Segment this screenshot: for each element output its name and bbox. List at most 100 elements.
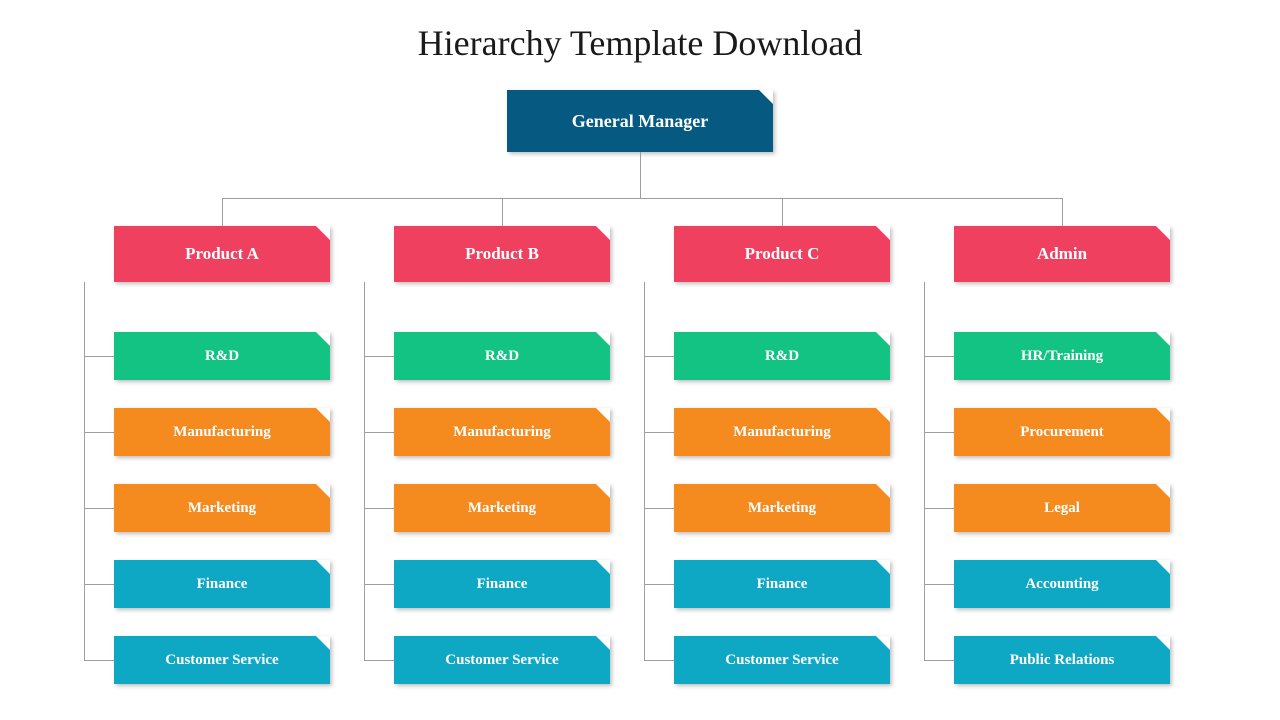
connector-line — [644, 282, 645, 660]
corner-notch — [316, 408, 330, 422]
corner-notch — [316, 226, 330, 240]
corner-notch — [876, 484, 890, 498]
connector-line — [84, 282, 85, 660]
item-node: Manufacturing — [114, 408, 330, 456]
connector-line — [644, 432, 674, 433]
corner-notch — [1156, 560, 1170, 574]
item-node: Finance — [674, 560, 890, 608]
item-node: Manufacturing — [394, 408, 610, 456]
category-node-label: Admin — [1037, 244, 1087, 264]
item-node-label: Marketing — [748, 500, 816, 517]
item-node: Customer Service — [114, 636, 330, 684]
item-node-label: Accounting — [1025, 576, 1098, 593]
connector-line — [84, 432, 114, 433]
connector-line — [364, 432, 394, 433]
category-node-label: Product B — [465, 244, 539, 264]
item-node: Marketing — [114, 484, 330, 532]
connector-line — [84, 660, 114, 661]
item-node-label: HR/Training — [1021, 348, 1103, 365]
item-node-label: Marketing — [468, 500, 536, 517]
connector-line — [924, 356, 954, 357]
connector-line — [924, 660, 954, 661]
item-node-label: Manufacturing — [173, 424, 271, 441]
corner-notch — [876, 226, 890, 240]
connector-line — [222, 198, 223, 226]
corner-notch — [316, 636, 330, 650]
connector-line — [364, 660, 394, 661]
org-chart-canvas: General Manager Product A R&D Manufacturing… — [0, 0, 1280, 720]
item-node: Finance — [394, 560, 610, 608]
category-node: Product B — [394, 226, 610, 282]
connector-line — [644, 508, 674, 509]
item-node-label: Finance — [197, 576, 248, 593]
connector-line — [924, 584, 954, 585]
item-node: Accounting — [954, 560, 1170, 608]
item-node-label: Finance — [757, 576, 808, 593]
corner-notch — [876, 636, 890, 650]
item-node-label: Public Relations — [1010, 652, 1115, 669]
item-node-label: Legal — [1044, 500, 1080, 517]
item-node-label: Customer Service — [165, 652, 278, 669]
connector-line — [1062, 198, 1063, 226]
connector-line — [502, 198, 503, 226]
item-node: Procurement — [954, 408, 1170, 456]
item-node: Customer Service — [394, 636, 610, 684]
item-node: Marketing — [674, 484, 890, 532]
item-node-label: Manufacturing — [733, 424, 831, 441]
corner-notch — [596, 226, 610, 240]
item-node: Manufacturing — [674, 408, 890, 456]
category-node-label: Product A — [185, 244, 259, 264]
item-node: R&D — [114, 332, 330, 380]
connector-line — [924, 432, 954, 433]
item-node-label: R&D — [205, 348, 239, 365]
corner-notch — [596, 560, 610, 574]
item-node-label: Manufacturing — [453, 424, 551, 441]
category-node-label: Product C — [745, 244, 820, 264]
connector-line — [782, 198, 783, 226]
item-node: Public Relations — [954, 636, 1170, 684]
corner-notch — [1156, 484, 1170, 498]
connector-line — [84, 584, 114, 585]
item-node: Customer Service — [674, 636, 890, 684]
connector-line — [924, 282, 925, 660]
category-node: Admin — [954, 226, 1170, 282]
category-node: Product C — [674, 226, 890, 282]
corner-notch — [316, 560, 330, 574]
item-node: R&D — [674, 332, 890, 380]
connector-line — [364, 282, 365, 660]
item-node-label: Customer Service — [725, 652, 838, 669]
item-node: R&D — [394, 332, 610, 380]
corner-notch — [876, 560, 890, 574]
root-node: General Manager — [507, 90, 773, 152]
corner-notch — [596, 484, 610, 498]
connector-line — [364, 508, 394, 509]
category-node: Product A — [114, 226, 330, 282]
connector-line — [644, 356, 674, 357]
corner-notch — [596, 332, 610, 346]
corner-notch — [1156, 226, 1170, 240]
connector-line — [364, 356, 394, 357]
corner-notch — [596, 408, 610, 422]
corner-notch — [596, 636, 610, 650]
connector-line — [640, 152, 641, 198]
corner-notch — [1156, 408, 1170, 422]
item-node-label: Customer Service — [445, 652, 558, 669]
corner-notch — [876, 408, 890, 422]
item-node: HR/Training — [954, 332, 1170, 380]
item-node-label: Procurement — [1020, 424, 1104, 441]
item-node: Marketing — [394, 484, 610, 532]
item-node-label: Finance — [477, 576, 528, 593]
connector-line — [644, 584, 674, 585]
corner-notch — [1156, 332, 1170, 346]
item-node: Legal — [954, 484, 1170, 532]
corner-notch — [876, 332, 890, 346]
corner-notch — [316, 484, 330, 498]
item-node-label: R&D — [485, 348, 519, 365]
corner-notch — [1156, 636, 1170, 650]
item-node: Finance — [114, 560, 330, 608]
connector-line — [84, 356, 114, 357]
item-node-label: R&D — [765, 348, 799, 365]
connector-line — [924, 508, 954, 509]
item-node-label: Marketing — [188, 500, 256, 517]
connector-line — [222, 198, 1062, 199]
